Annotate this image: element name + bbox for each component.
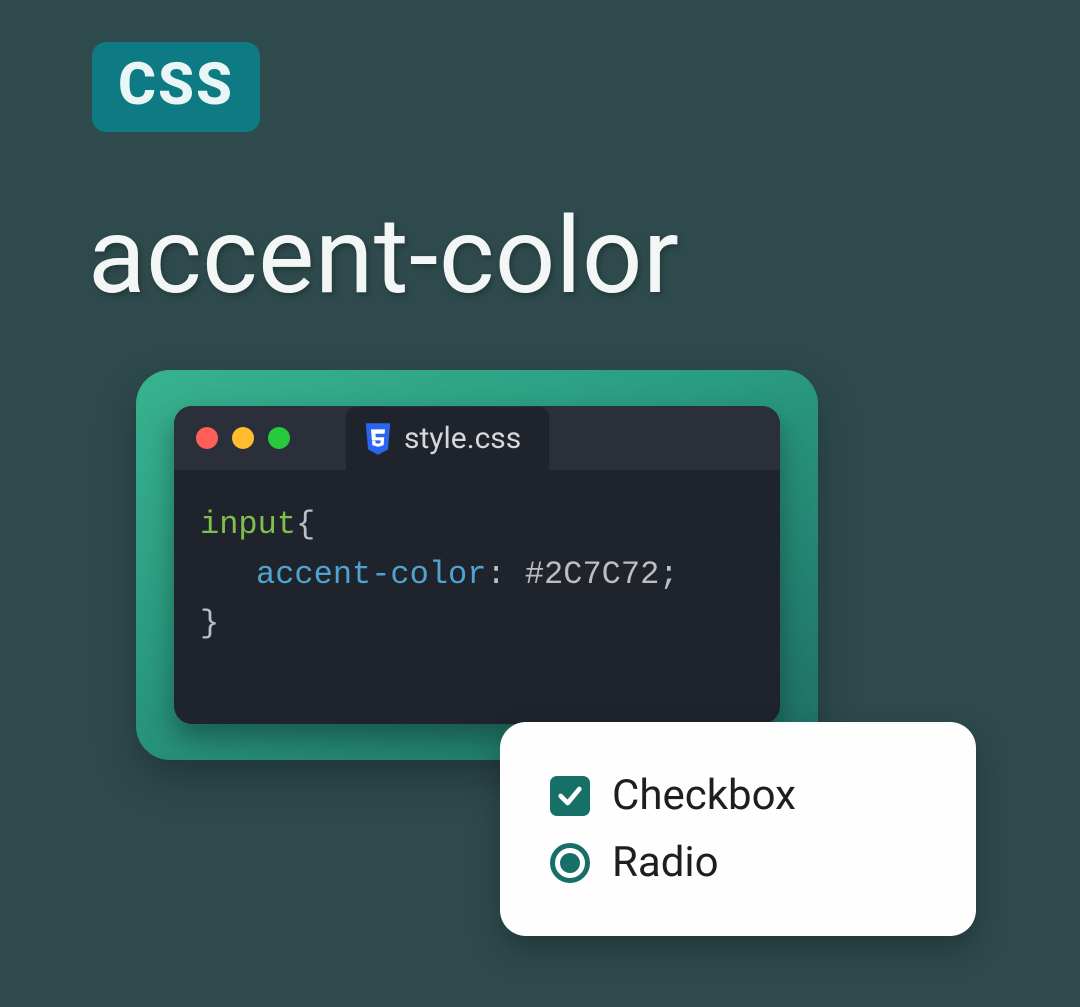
css-badge: CSS xyxy=(92,42,260,132)
code-selector: input xyxy=(200,506,296,543)
close-icon[interactable] xyxy=(196,427,218,449)
checkbox-row: Checkbox xyxy=(550,771,926,820)
code-body: input{ accent-color: #2C7C72; } xyxy=(174,470,780,679)
code-line-3: } xyxy=(200,599,754,649)
code-card: style.css input{ accent-color: #2C7C72; … xyxy=(136,370,818,760)
code-property: accent-color xyxy=(256,556,486,593)
radio-dot-icon xyxy=(560,853,580,873)
code-editor: style.css input{ accent-color: #2C7C72; … xyxy=(174,406,780,724)
radio-label: Radio xyxy=(612,838,719,887)
code-brace-close: } xyxy=(200,605,219,642)
code-brace-open: { xyxy=(296,506,315,543)
minimize-icon[interactable] xyxy=(232,427,254,449)
editor-tab[interactable]: style.css xyxy=(346,407,549,471)
demo-panel: Checkbox Radio xyxy=(500,722,976,936)
window-controls xyxy=(196,427,290,449)
editor-titlebar: style.css xyxy=(174,406,780,470)
checkbox-label: Checkbox xyxy=(612,771,796,820)
code-value: #2C7C72 xyxy=(525,556,659,593)
maximize-icon[interactable] xyxy=(268,427,290,449)
tab-filename: style.css xyxy=(404,421,521,456)
code-line-2: accent-color: #2C7C72; xyxy=(200,550,754,600)
check-icon xyxy=(556,782,584,810)
checkbox-input[interactable] xyxy=(550,776,590,816)
css3-icon xyxy=(364,423,392,455)
page-title: accent-color xyxy=(88,194,679,318)
radio-input[interactable] xyxy=(550,843,590,883)
code-line-1: input{ xyxy=(200,500,754,550)
radio-row: Radio xyxy=(550,838,926,887)
